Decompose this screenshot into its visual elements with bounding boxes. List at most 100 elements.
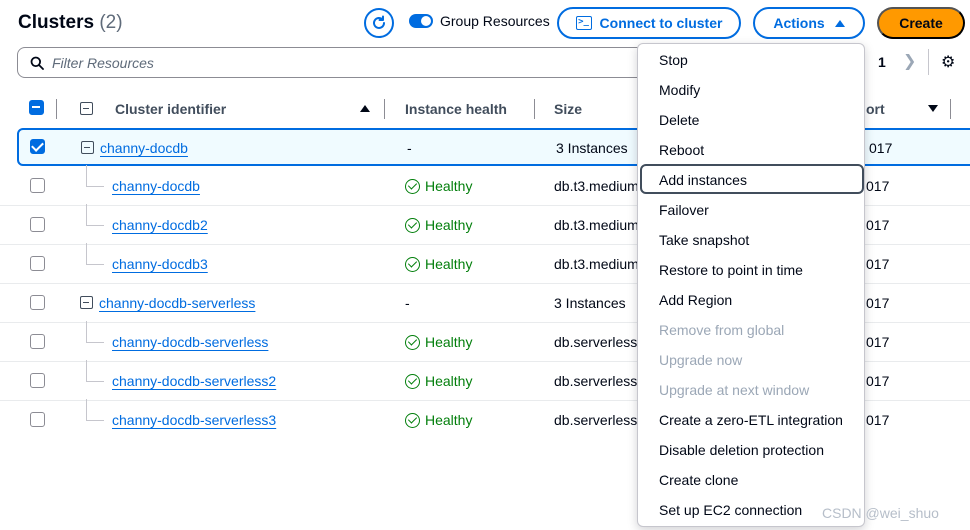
column-divider (56, 99, 57, 119)
cluster-link[interactable]: channy-docdb-serverless (99, 295, 255, 311)
column-header-port[interactable]: ort (866, 101, 885, 117)
column-header-size[interactable]: Size (554, 101, 582, 117)
search-icon (30, 56, 44, 70)
row-checkbox[interactable] (30, 412, 45, 427)
pagination-divider (928, 49, 929, 75)
status-check-icon (405, 334, 420, 350)
health-label: Healthy (425, 178, 473, 194)
page-title-text: Clusters (18, 12, 95, 33)
collapse-row-icon[interactable] (81, 141, 94, 154)
instance-link[interactable]: channy-docdb-serverless3 (112, 412, 276, 428)
tree-connector (86, 399, 104, 421)
menu-item-create-zero-etl-integration[interactable]: Create a zero-ETL integration (659, 412, 843, 428)
size-value: db.t3.medium (554, 178, 639, 194)
actions-dropdown-menu: Stop Modify Delete Reboot Add instances … (637, 43, 865, 527)
port-value: 017 (866, 373, 890, 389)
instance-health: Healthy (405, 217, 472, 233)
menu-item-remove-from-global: Remove from global (659, 322, 785, 338)
gear-icon[interactable]: ⚙ (941, 52, 955, 72)
status-check-icon (405, 373, 420, 389)
column-header-instance-health[interactable]: Instance health (405, 101, 507, 117)
column-header-cluster-identifier[interactable]: Cluster identifier (115, 101, 226, 117)
row-checkbox[interactable] (30, 178, 45, 193)
row-checkbox[interactable] (30, 295, 45, 310)
port-value: 017 (866, 412, 890, 428)
menu-item-add-region[interactable]: Add Region (659, 292, 732, 308)
size-value: db.t3.medium (554, 217, 639, 233)
refresh-icon (373, 15, 385, 29)
row-checkbox[interactable] (30, 334, 45, 349)
instance-health: Healthy (405, 178, 472, 194)
menu-item-modify[interactable]: Modify (659, 82, 700, 98)
instance-link[interactable]: channy-docdb (112, 178, 200, 194)
create-button[interactable]: Create (877, 7, 965, 39)
size-value: db.serverless (554, 373, 638, 389)
menu-item-restore-to-point-in-time[interactable]: Restore to point in time (659, 262, 803, 278)
port-value: 017 (866, 217, 890, 233)
instance-link[interactable]: channy-docdb-serverless (112, 334, 268, 350)
menu-item-create-clone[interactable]: Create clone (659, 472, 738, 488)
port-value: 017 (866, 295, 890, 311)
collapse-all-icon[interactable] (80, 102, 93, 115)
row-checkbox[interactable] (30, 139, 45, 154)
tree-connector (86, 360, 104, 382)
cluster-link[interactable]: channy-docdb (100, 140, 188, 156)
status-check-icon (405, 178, 420, 194)
size-value: db.serverless (554, 412, 638, 428)
size-value: db.serverless (554, 334, 638, 350)
row-checkbox[interactable] (30, 256, 45, 271)
column-divider (534, 99, 535, 119)
sort-menu-icon[interactable] (928, 105, 938, 112)
row-checkbox[interactable] (30, 373, 45, 388)
caret-up-icon (834, 19, 845, 27)
instance-link[interactable]: channy-docdb2 (112, 217, 208, 233)
filter-input[interactable] (52, 54, 612, 71)
status-check-icon (405, 217, 420, 233)
menu-item-set-up-ec2-connection[interactable]: Set up EC2 connection (659, 502, 802, 518)
actions-label: Actions (773, 15, 825, 31)
next-page-icon[interactable]: ❯ (903, 51, 916, 71)
instance-link[interactable]: channy-docdb-serverless2 (112, 373, 276, 389)
menu-item-upgrade-at-next-window: Upgrade at next window (659, 382, 810, 398)
column-divider (950, 99, 951, 119)
menu-item-take-snapshot[interactable]: Take snapshot (659, 232, 749, 248)
instance-health: - (407, 140, 412, 156)
page-title: Clusters (2) (18, 12, 123, 34)
status-check-icon (405, 412, 420, 428)
instance-health: Healthy (405, 412, 472, 428)
menu-item-disable-deletion-protection[interactable]: Disable deletion protection (659, 442, 824, 458)
port-value: 017 (869, 140, 893, 156)
menu-item-delete[interactable]: Delete (659, 112, 699, 128)
terminal-icon: >_ (575, 16, 592, 30)
select-all-checkbox[interactable] (29, 100, 44, 115)
port-value: 017 (866, 178, 890, 194)
menu-item-add-instances[interactable]: Add instances (659, 172, 747, 188)
instance-link[interactable]: channy-docdb3 (112, 256, 208, 272)
cluster-count: (2) (99, 12, 123, 33)
collapse-row-icon[interactable] (80, 296, 93, 309)
port-value: 017 (866, 256, 890, 272)
filter-box (17, 47, 657, 78)
sort-ascending-icon[interactable] (360, 105, 370, 112)
current-page[interactable]: 1 (878, 54, 886, 70)
tree-connector (86, 321, 104, 343)
size-value: db.t3.medium (554, 256, 639, 272)
row-checkbox[interactable] (30, 217, 45, 232)
tree-connector (86, 243, 104, 265)
instance-health: Healthy (405, 256, 472, 272)
menu-item-stop[interactable]: Stop (659, 52, 688, 68)
instance-health: - (405, 295, 410, 311)
health-label: Healthy (425, 256, 473, 272)
group-resources-toggle[interactable] (409, 14, 433, 28)
menu-item-reboot[interactable]: Reboot (659, 142, 704, 158)
group-resources-label: Group Resources (440, 13, 550, 29)
refresh-button[interactable] (364, 8, 394, 38)
health-label: Healthy (425, 334, 473, 350)
connect-to-cluster-button[interactable]: >_ Connect to cluster (557, 7, 741, 39)
actions-button[interactable]: Actions (753, 7, 865, 39)
watermark: CSDN @wei_shuo (822, 505, 939, 521)
menu-item-failover[interactable]: Failover (659, 202, 709, 218)
column-divider (384, 99, 385, 119)
size-value: 3 Instances (554, 295, 626, 311)
connect-to-cluster-label: Connect to cluster (599, 15, 723, 31)
